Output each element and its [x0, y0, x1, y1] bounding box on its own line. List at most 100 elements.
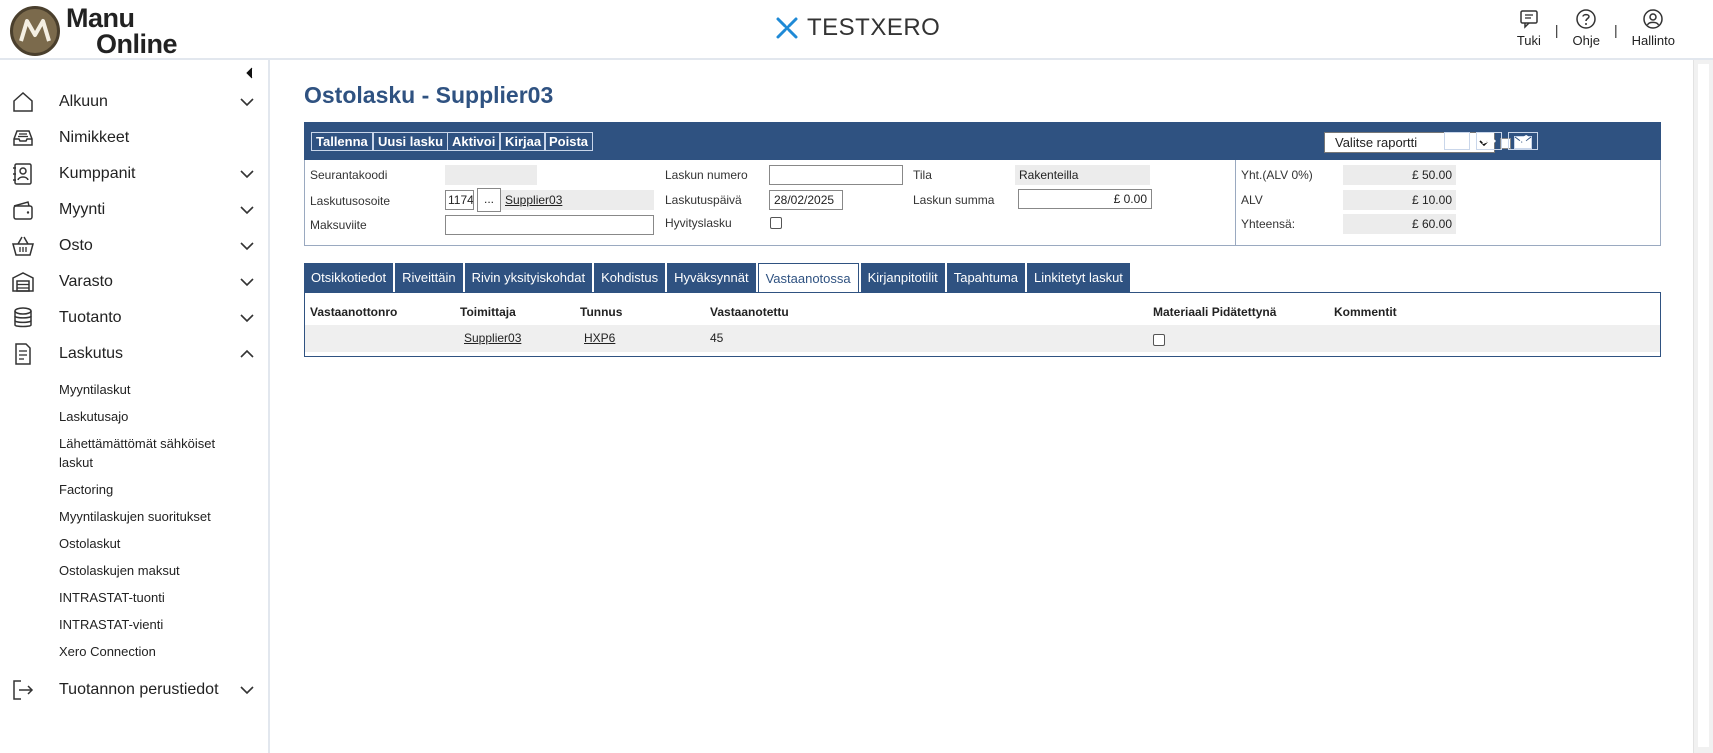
sidebar-item-laskutus[interactable]: Laskutus	[0, 336, 270, 372]
submenu-item-laskutusajo[interactable]: Laskutusajo	[59, 407, 259, 426]
seurantakoodi-label: Seurantakoodi	[310, 168, 388, 182]
tab-hyvaksynnat[interactable]: Hyväksynnät	[667, 263, 756, 293]
contacts-icon	[13, 163, 32, 185]
support-button[interactable]: Tuki	[1509, 8, 1549, 48]
attachment-button[interactable]	[1508, 132, 1538, 150]
invoice-number-field[interactable]	[769, 165, 903, 185]
logo-mark-icon	[10, 6, 60, 56]
new-invoice-button[interactable]: Uusi lasku	[373, 132, 449, 151]
save-button[interactable]: Tallenna	[311, 132, 373, 151]
sidebar-item-label: Laskutus	[59, 345, 124, 362]
submenu-item-myyntilaskut[interactable]: Myyntilaskut	[59, 380, 259, 399]
collapse-sidebar-icon[interactable]	[243, 66, 257, 80]
column-header: Tunnus	[580, 305, 623, 319]
sidebar-item-label: Myynti	[59, 201, 106, 218]
chevron-down-icon	[240, 242, 254, 251]
address-lookup-button[interactable]: ...	[477, 188, 501, 212]
top-actions: Tuki | Ohje | Hallinto	[1509, 8, 1683, 48]
wallet-icon	[13, 201, 33, 220]
receipts-table: Vastaanottonro Toimittaja Tunnus Vastaan…	[304, 292, 1661, 357]
code-cell-link[interactable]: HXP6	[584, 331, 615, 345]
inbox-icon	[13, 130, 33, 146]
chevron-down-icon	[240, 686, 254, 695]
tab-linkitetyt-laskut[interactable]: Linkitetyt laskut	[1027, 263, 1130, 293]
sidebar: Alkuun Nimikkeet Kumppanit Myynti Osto V…	[0, 60, 270, 753]
supplier-link[interactable]: Supplier03	[501, 190, 654, 210]
column-header: Vastaanotettu	[710, 305, 789, 319]
warehouse-icon	[12, 272, 34, 292]
vertical-scrollbar[interactable]	[1693, 60, 1713, 753]
grand-total-value: £ 60.00	[1343, 214, 1456, 234]
table-row: Supplier03 HXP6 45	[305, 325, 1660, 352]
chevron-up-icon	[240, 349, 254, 358]
maksuviite-field[interactable]	[445, 215, 654, 235]
main-content: Ostolasku - Supplier03 Tallenna Uusi las…	[272, 60, 1692, 753]
sidebar-item-alkuun[interactable]: Alkuun	[0, 84, 270, 120]
previous-button[interactable]: <<	[1444, 132, 1470, 150]
chevron-down-icon	[240, 170, 254, 179]
column-header: Materiaali Pidätettynä	[1153, 305, 1277, 319]
sidebar-item-kumppanit[interactable]: Kumppanit	[0, 156, 270, 192]
submenu-item-unsent-einvoices[interactable]: Lähettämättömät sähköiset laskut	[59, 434, 229, 472]
tab-kirjanpitotilit[interactable]: Kirjanpitotilit	[860, 263, 945, 293]
scrollbar-thumb[interactable]	[1698, 64, 1709, 747]
received-cell: 45	[710, 331, 724, 345]
exit-icon	[13, 680, 34, 700]
tab-riveittain[interactable]: Riveittäin	[395, 263, 463, 293]
submenu-item-sales-payments[interactable]: Myyntilaskujen suoritukset	[59, 507, 259, 526]
post-button[interactable]: Kirjaa	[500, 132, 547, 151]
help-label: Ohje	[1572, 33, 1600, 48]
xero-mark-icon	[776, 17, 798, 39]
sidebar-item-label: Kumppanit	[59, 165, 136, 182]
material-withheld-checkbox[interactable]	[1153, 334, 1165, 346]
column-header: Kommentit	[1334, 305, 1397, 319]
tab-rivin-yksityiskohdat[interactable]: Rivin yksityiskohdat	[464, 263, 593, 293]
sidebar-item-varasto[interactable]: Varasto	[0, 264, 270, 300]
tab-kohdistus[interactable]: Kohdistus	[594, 263, 666, 293]
invoice-tabs: Otsikkotiedot Riveittäin Rivin yksityisk…	[304, 263, 1132, 293]
sidebar-item-label: Tuotannon perustiedot	[59, 681, 219, 698]
invoice-date-field[interactable]: 28/02/2025	[769, 190, 843, 210]
submenu-item-ostolaskut[interactable]: Ostolaskut	[59, 534, 259, 553]
company-name: TESTXERO	[807, 14, 941, 41]
form-divider	[1235, 160, 1236, 246]
next-button[interactable]: >>	[1476, 132, 1502, 150]
sidebar-item-myynti[interactable]: Myynti	[0, 192, 270, 228]
net-total-value: £ 50.00	[1343, 165, 1456, 185]
laskun-numero-label: Laskun numero	[665, 168, 748, 182]
submenu-item-xero-connection[interactable]: Xero Connection	[59, 642, 259, 661]
sidebar-item-nimikkeet[interactable]: Nimikkeet	[0, 120, 270, 156]
credit-note-checkbox[interactable]	[770, 217, 782, 229]
tab-tapahtuma[interactable]: Tapahtuma	[946, 263, 1026, 293]
chevron-down-icon	[240, 278, 254, 287]
address-id-field[interactable]: 1174	[445, 190, 474, 210]
submenu-item-purchase-payments[interactable]: Ostolaskujen maksut	[59, 561, 259, 580]
report-select-value: Valitse raportti	[1335, 135, 1418, 150]
delete-button[interactable]: Poista	[544, 132, 594, 151]
column-header: Vastaanottonro	[310, 305, 398, 319]
tab-vastaanotossa[interactable]: Vastaanotossa	[757, 263, 859, 293]
help-button[interactable]: Ohje	[1565, 8, 1608, 48]
sidebar-item-osto[interactable]: Osto	[0, 228, 270, 264]
manu-online-logo[interactable]: Manu Online	[10, 5, 178, 58]
tab-otsikkotiedot[interactable]: Otsikkotiedot	[304, 263, 394, 293]
submenu-item-intrastat-import[interactable]: INTRASTAT-tuonti	[59, 588, 259, 607]
admin-button[interactable]: Hallinto	[1624, 8, 1683, 48]
activate-button[interactable]: Aktivoi	[447, 132, 501, 151]
admin-label: Hallinto	[1631, 33, 1675, 48]
submenu-item-intrastat-export[interactable]: INTRASTAT-vienti	[59, 615, 259, 634]
sidebar-item-tuotanto[interactable]: Tuotanto	[0, 300, 270, 336]
sidebar-item-label: Osto	[59, 237, 93, 254]
separator: |	[1614, 22, 1618, 38]
laskutuspaiva-label: Laskutuspäivä	[665, 193, 742, 207]
page-title: Ostolasku - Supplier03	[304, 82, 554, 108]
vat-value: £ 10.00	[1343, 190, 1456, 210]
laskun-summa-label: Laskun summa	[913, 193, 995, 207]
basket-icon	[12, 236, 34, 256]
sidebar-item-tuotannon-perustiedot[interactable]: Tuotannon perustiedot	[0, 672, 270, 708]
supplier-cell-link[interactable]: Supplier03	[464, 331, 521, 345]
chat-icon	[1520, 10, 1538, 29]
invoice-sum-field[interactable]: £ 0.00	[1018, 189, 1152, 209]
hyvityslasku-label: Hyvityslasku	[665, 216, 732, 230]
submenu-item-factoring[interactable]: Factoring	[59, 480, 259, 499]
